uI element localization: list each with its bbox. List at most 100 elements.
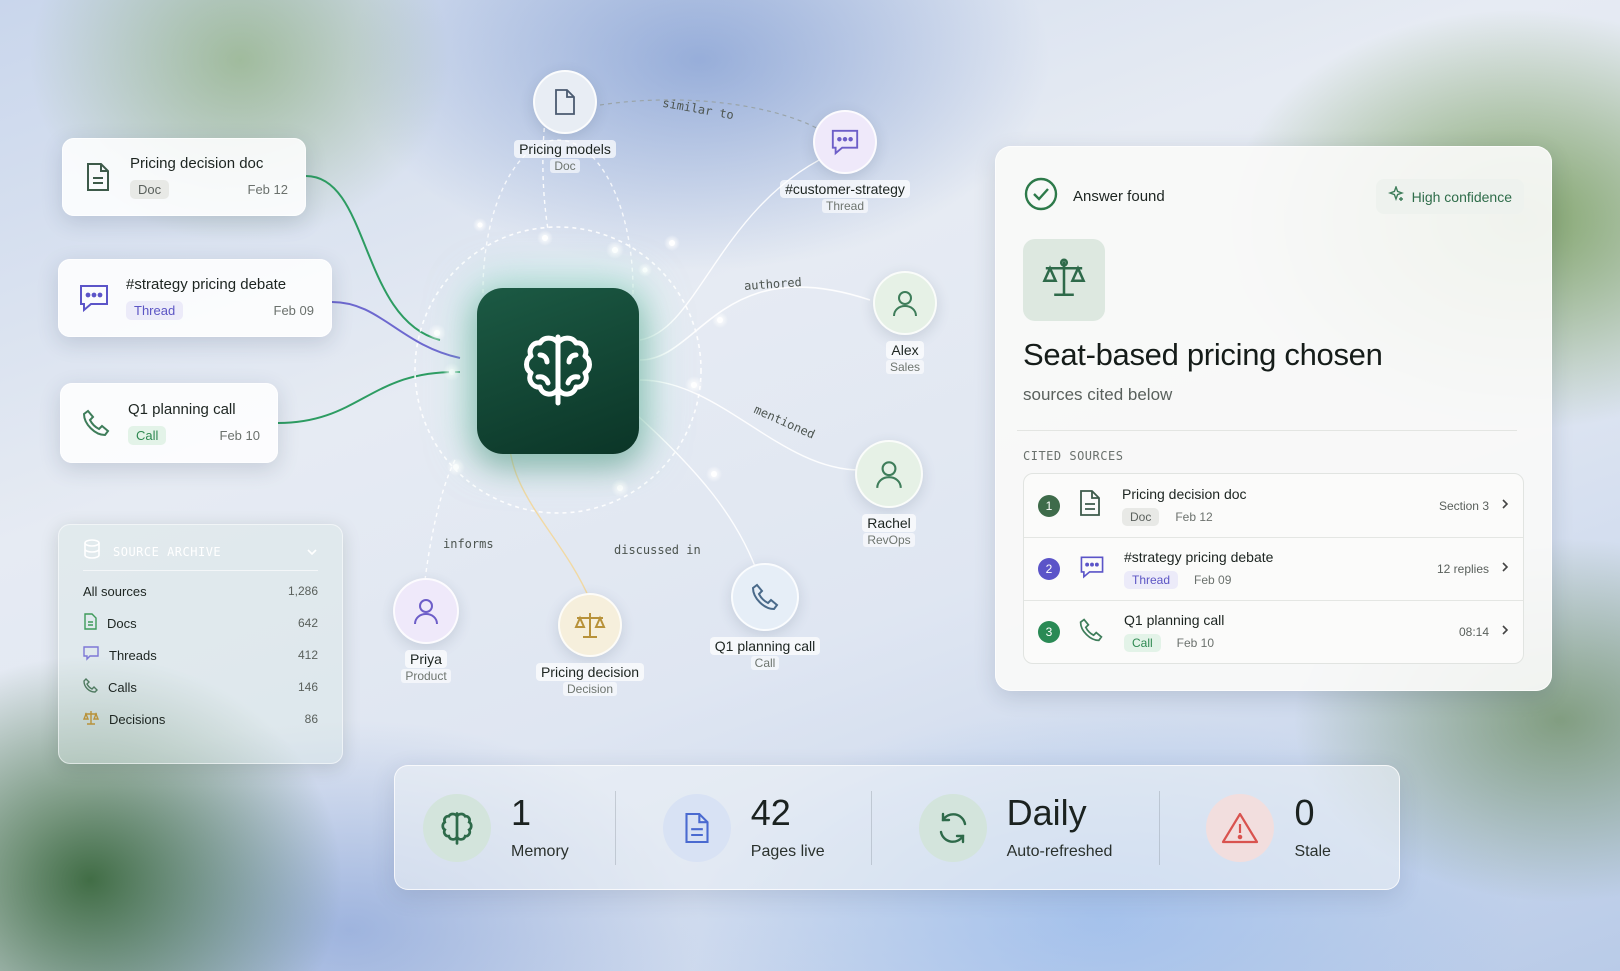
chat-icon (1078, 554, 1106, 585)
archive-count: 642 (297, 616, 318, 630)
archive-label: Decisions (109, 711, 166, 727)
decision-icon-tile (1023, 239, 1105, 321)
cited-title: Q1 planning call (1124, 612, 1225, 628)
archive-row-threads[interactable]: Threads 412 (83, 639, 318, 671)
node-label: Rachel (862, 514, 916, 532)
citation-number: 3 (1038, 621, 1060, 643)
citation-number: 2 (1038, 558, 1060, 580)
node-type: Decision (562, 682, 618, 696)
graph-node-rachel[interactable]: Rachel RevOps (839, 440, 939, 547)
citation-number: 1 (1038, 494, 1060, 517)
stats-bar: 1 Memory 42 Pages live Daily Auto-refreshed… (394, 765, 1400, 890)
archive-count: 146 (297, 680, 318, 694)
phone-icon (731, 563, 799, 631)
cited-source-row[interactable]: 2 #strategy pricing debate Thread Feb 09 … (1024, 537, 1523, 600)
stat-memory: 1 Memory (423, 766, 569, 889)
cited-meta: Section 3 (1438, 498, 1489, 513)
stat-label: Auto-refreshed (1006, 842, 1113, 860)
document-icon (533, 70, 597, 134)
divider (1158, 790, 1160, 865)
document-icon (1078, 489, 1102, 522)
node-label: Alex (886, 341, 924, 359)
graph-node-priya[interactable]: Priya Product (376, 578, 476, 683)
scales-icon (82, 710, 100, 728)
source-archive-panel: SOURCE ARCHIVE All sources 1,286 Docs 64… (58, 524, 343, 764)
cited-date: Feb 10 (1176, 636, 1215, 650)
person-icon (855, 440, 923, 508)
cited-meta: 12 replies (1436, 562, 1489, 576)
chevron-right-icon[interactable] (1501, 497, 1509, 515)
cited-meta: 08:14 (1458, 625, 1489, 639)
stat-value: 1 (511, 791, 532, 833)
source-title: #strategy pricing debate (126, 276, 287, 293)
cited-title: #strategy pricing debate (1124, 549, 1274, 565)
chat-icon (76, 280, 112, 316)
node-type: Sales (885, 360, 925, 374)
node-type: Doc (550, 159, 580, 173)
source-title: Pricing decision doc (130, 155, 264, 172)
graph-node-pricing-decision[interactable]: Pricing decision Decision (525, 593, 655, 696)
cited-type-badge: Call (1124, 634, 1161, 652)
chevron-right-icon[interactable] (1501, 560, 1509, 578)
archive-title: SOURCE ARCHIVE (113, 544, 222, 559)
source-card-thread[interactable]: #strategy pricing debate Thread Feb 09 (58, 259, 332, 337)
memory-core[interactable] (477, 288, 639, 454)
node-label: Priya (405, 650, 447, 668)
archive-row-docs[interactable]: Docs 642 (83, 607, 318, 639)
document-icon (80, 159, 116, 195)
document-icon (83, 613, 97, 633)
source-date: Feb 12 (247, 182, 288, 197)
stat-value: 42 (750, 791, 791, 833)
source-card-call[interactable]: Q1 planning call Call Feb 10 (60, 383, 278, 463)
node-label: #customer-strategy (780, 180, 910, 198)
database-icon (83, 539, 101, 564)
archive-header[interactable]: SOURCE ARCHIVE (83, 539, 318, 571)
node-label: Pricing decision (535, 663, 645, 681)
edge-label-discussed-in: discussed in (614, 543, 701, 557)
archive-count: 86 (304, 712, 318, 726)
answer-status: Answer found (1073, 188, 1165, 205)
answer-subtitle: sources cited below (1023, 385, 1173, 404)
brain-icon (516, 327, 600, 416)
archive-row-calls[interactable]: Calls 146 (83, 671, 318, 703)
archive-label: Threads (109, 647, 157, 663)
divider (1017, 430, 1517, 431)
source-type-badge: Call (128, 426, 167, 445)
graph-node-pricing-models[interactable]: Pricing models Doc (500, 70, 630, 173)
cited-date: Feb 09 (1194, 573, 1232, 587)
scales-icon (558, 593, 622, 657)
archive-count: 1,286 (287, 584, 318, 598)
cited-source-row[interactable]: 1 Pricing decision doc Doc Feb 12 Section… (1024, 474, 1523, 537)
node-type: Call (750, 656, 780, 670)
stat-pages: 42 Pages live (662, 766, 825, 889)
divider (871, 790, 873, 865)
archive-count: 412 (297, 648, 318, 662)
graph-node-q1-call[interactable]: Q1 planning call Call (700, 563, 830, 670)
graph-node-alex[interactable]: Alex Sales (855, 271, 955, 374)
phone-icon (83, 678, 98, 696)
stat-refresh: Daily Auto-refreshed (918, 766, 1113, 889)
chevron-right-icon[interactable] (1501, 623, 1509, 641)
phone-icon (1078, 617, 1104, 648)
person-icon (393, 578, 459, 644)
scales-icon (1040, 257, 1088, 304)
cited-date: Feb 12 (1175, 509, 1213, 524)
source-card-doc[interactable]: Pricing decision doc Doc Feb 12 (62, 138, 306, 216)
node-label: Pricing models (514, 140, 616, 158)
archive-row-all[interactable]: All sources 1,286 (83, 575, 318, 607)
cited-source-row[interactable]: 3 Q1 planning call Call Feb 10 08:14 (1024, 600, 1523, 663)
chevron-down-icon[interactable] (306, 543, 318, 561)
graph-node-customer-strategy[interactable]: #customer-strategy Thread (770, 110, 920, 213)
person-icon (873, 271, 937, 335)
stat-value: Daily (1006, 791, 1087, 833)
archive-label: All sources (83, 583, 147, 599)
archive-row-decisions[interactable]: Decisions 86 (82, 703, 318, 735)
edge-call (277, 370, 461, 424)
cited-type-badge: Doc (1122, 507, 1160, 526)
check-circle-icon (1023, 176, 1059, 217)
stat-label: Stale (1294, 842, 1331, 860)
source-title: Q1 planning call (128, 401, 236, 418)
cited-sources-list: 1 Pricing decision doc Doc Feb 12 Section… (1023, 473, 1524, 664)
cited-title: Pricing decision doc (1122, 485, 1247, 502)
chat-icon (813, 110, 877, 174)
